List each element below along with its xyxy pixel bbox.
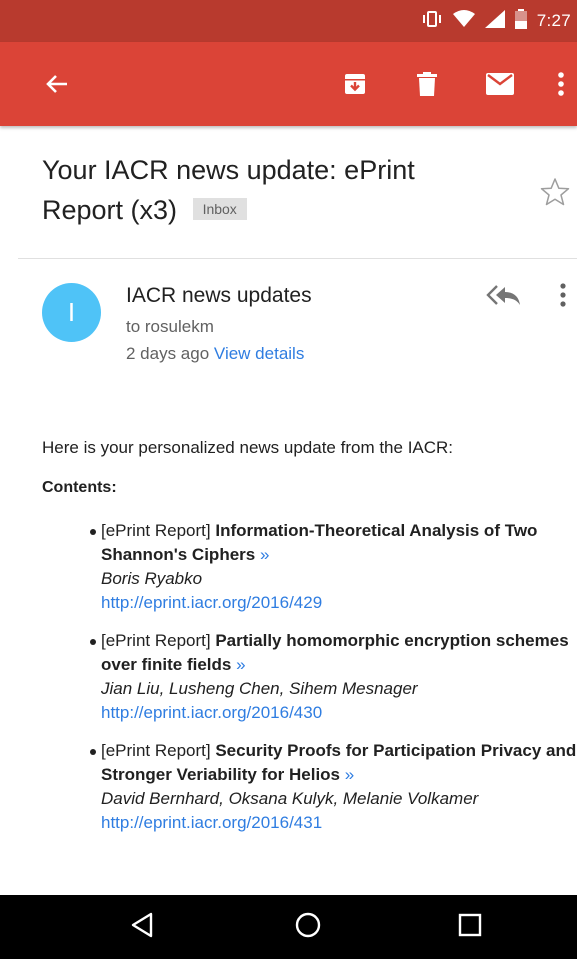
more-vert-icon	[560, 283, 566, 311]
item-authors: David Bernhard, Oksana Kulyk, Melanie Vo…	[101, 789, 479, 808]
status-bar: 7:27	[0, 0, 577, 42]
item-link[interactable]: http://eprint.iacr.org/2016/430	[101, 701, 577, 725]
nav-recents-button[interactable]	[440, 895, 500, 959]
item-prefix: [ePrint Report]	[101, 741, 211, 760]
item-arrow-link[interactable]: »	[345, 765, 354, 784]
square-recents-icon	[458, 913, 482, 942]
item-arrow-link[interactable]: »	[236, 655, 245, 674]
bullet	[90, 749, 96, 755]
news-item: [ePrint Report] Information-Theoretical …	[63, 519, 577, 615]
inbox-label[interactable]: Inbox	[192, 197, 247, 220]
nav-back-button[interactable]	[112, 895, 172, 959]
recipient: to rosulekm	[126, 317, 214, 336]
item-link[interactable]: http://eprint.iacr.org/2016/431	[101, 811, 577, 835]
system-nav-bar	[0, 895, 577, 959]
more-vert-icon	[558, 72, 564, 96]
news-item: [ePrint Report] Security Proofs for Part…	[63, 739, 577, 835]
more-options-button[interactable]	[546, 42, 576, 126]
item-prefix: [ePrint Report]	[101, 631, 211, 650]
item-link[interactable]: http://eprint.iacr.org/2016/429	[101, 591, 577, 615]
news-list: [ePrint Report] Information-Theoretical …	[63, 519, 577, 849]
vibrate-icon	[421, 10, 443, 33]
item-arrow-link[interactable]: »	[260, 545, 269, 564]
item-prefix: [ePrint Report]	[101, 521, 211, 540]
view-details-link[interactable]: View details	[214, 344, 304, 363]
contents-heading: Contents:	[42, 479, 117, 496]
news-item: [ePrint Report] Partially homomorphic en…	[63, 629, 577, 725]
circle-home-icon	[295, 912, 321, 943]
triangle-back-icon	[130, 912, 154, 943]
star-button[interactable]	[540, 177, 570, 212]
bullet	[90, 639, 96, 645]
reply-all-button[interactable]	[484, 284, 522, 311]
arrow-left-icon	[46, 74, 68, 94]
email-intro: Here is your personalized news update fr…	[42, 438, 454, 457]
mark-unread-button[interactable]	[472, 42, 528, 126]
item-authors: Jian Liu, Lusheng Chen, Sihem Mesnager	[101, 679, 418, 698]
wifi-icon	[452, 9, 475, 33]
signal-icon	[484, 9, 505, 33]
bullet	[90, 529, 96, 535]
back-button[interactable]	[32, 42, 82, 126]
delete-button[interactable]	[402, 42, 452, 126]
star-icon	[540, 178, 570, 211]
archive-icon	[344, 73, 366, 95]
sent-date: 2 days ago	[126, 344, 210, 363]
app-bar	[0, 42, 577, 126]
nav-home-button[interactable]	[278, 895, 338, 959]
mail-icon	[486, 73, 514, 95]
subject-divider	[18, 258, 577, 259]
item-authors: Boris Ryabko	[101, 569, 203, 588]
status-time: 7:27	[536, 11, 571, 30]
trash-icon	[417, 72, 437, 96]
sender-avatar[interactable]: I	[42, 283, 101, 342]
sender-name: IACR news updates	[126, 284, 312, 307]
email-subject: Your IACR news update: ePrint Report (x3…	[42, 150, 502, 230]
status-icons: 7:27	[421, 0, 577, 42]
sent-date-row: 2 days ago View details	[126, 344, 304, 364]
message-more-button[interactable]	[560, 283, 566, 312]
battery-icon	[514, 8, 527, 34]
archive-button[interactable]	[330, 42, 380, 126]
reply-all-icon	[484, 285, 522, 310]
